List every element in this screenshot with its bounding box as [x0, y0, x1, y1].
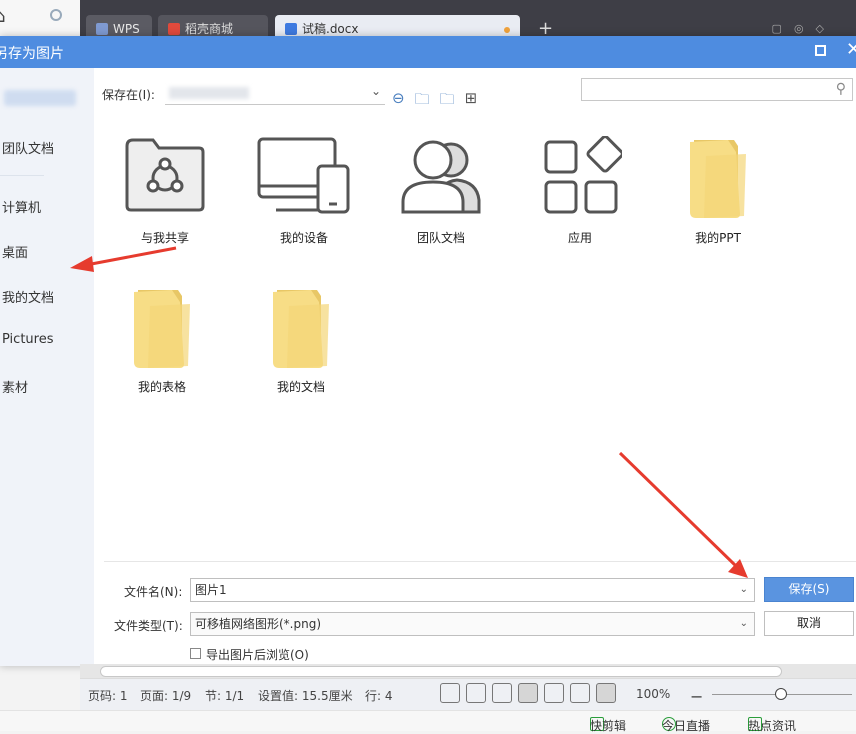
- outline-view-icon[interactable]: [544, 683, 564, 703]
- filename-label: 文件名(N):: [124, 585, 183, 599]
- grid-item-team-docs[interactable]: 团队文档: [381, 136, 501, 246]
- page-view-icon[interactable]: [518, 683, 538, 703]
- back-icon[interactable]: ⊖: [392, 89, 405, 114]
- location-sidebar: 团队文档 计算机 桌面 我的文档 Pictures 素材: [0, 68, 94, 666]
- zoom-slider-handle[interactable]: [775, 688, 787, 700]
- pen-icon[interactable]: [492, 683, 512, 703]
- status-line: 行: 4: [365, 689, 393, 703]
- filetype-value: 可移植网络图形(*.png): [195, 617, 322, 631]
- status-page-code: 页码: 1: [88, 689, 128, 703]
- sidebar-divider: [0, 175, 44, 176]
- zoom-level[interactable]: 100%: [636, 687, 670, 701]
- status-page[interactable]: 页面: 1/9: [140, 687, 191, 704]
- scrollbar-thumb[interactable]: [100, 666, 782, 677]
- browser-toolbar: ⌂: [0, 0, 80, 37]
- grid-item-my-ppt[interactable]: 我的PPT: [658, 136, 778, 246]
- filetype-select[interactable]: 可移植网络图形(*.png) ⌄: [190, 612, 755, 636]
- home-icon[interactable]: ⌂: [0, 6, 5, 27]
- filename-value: 图片1: [195, 583, 227, 597]
- view-mode-buttons: [440, 683, 616, 705]
- save-in-label: 保存在(I):: [102, 88, 155, 102]
- status-position: 设置值: 15.5厘米: [258, 689, 353, 703]
- sidebar-item-desktop[interactable]: 桌面: [2, 242, 28, 261]
- save-button[interactable]: 保存(S): [764, 577, 854, 602]
- eye-protection-icon[interactable]: [596, 683, 616, 703]
- grid-item-label: 我的PPT: [695, 231, 741, 245]
- filetype-label: 文件类型(T):: [114, 619, 183, 633]
- web-view-icon[interactable]: [570, 683, 590, 703]
- grid-item-label: 我的设备: [279, 231, 328, 245]
- account-avatar-blurred: [4, 90, 76, 106]
- grid-item-label: 团队文档: [416, 231, 465, 245]
- fullscreen-icon[interactable]: [440, 683, 460, 703]
- sidebar-item-computer[interactable]: 计算机: [2, 197, 41, 216]
- chevron-down-icon[interactable]: ⌄: [740, 579, 748, 601]
- bottom-taskbar: 快剪辑 今日直播 热点资讯: [0, 710, 856, 733]
- grid-item-shared-with-me[interactable]: 与我共享: [105, 136, 225, 246]
- grid-item-label: 我的文档: [276, 380, 325, 394]
- open-after-export-label[interactable]: 导出图片后浏览(O): [206, 646, 309, 663]
- flame-icon: [168, 23, 180, 35]
- chevron-down-icon: ⌄: [370, 84, 381, 98]
- shared-with-me-icon: [125, 138, 205, 212]
- cancel-button[interactable]: 取消: [764, 611, 854, 636]
- save-in-dropdown[interactable]: ⌄: [165, 82, 385, 105]
- search-icon: ⚲: [835, 81, 846, 97]
- grid-item-my-devices[interactable]: 我的设备: [244, 136, 364, 246]
- wps-logo-icon: [96, 23, 108, 35]
- sidebar-item-materials[interactable]: 素材: [2, 377, 28, 396]
- status-section: 节: 1/1: [205, 689, 245, 703]
- new-folder-icon[interactable]: 🗀: [440, 89, 455, 114]
- sidebar-item-team-docs[interactable]: 团队文档: [2, 138, 54, 157]
- navigation-toolbar: ⊖ 🗀 🗀 ⊞: [392, 89, 477, 114]
- grid-item-label: 与我共享: [140, 231, 189, 245]
- word-doc-icon: [285, 23, 297, 35]
- footer-divider: [104, 561, 856, 562]
- view-mode-icon[interactable]: ⊞: [465, 89, 478, 114]
- sidebar-item-pictures[interactable]: Pictures: [2, 332, 53, 347]
- read-mode-icon[interactable]: [466, 683, 486, 703]
- filename-input[interactable]: 图片1 ⌄: [190, 578, 755, 602]
- dialog-title: 另存为图片: [0, 46, 64, 62]
- open-after-export-checkbox[interactable]: [190, 648, 201, 659]
- maximize-icon[interactable]: [815, 45, 826, 56]
- folder-icon: [273, 290, 329, 368]
- save-as-image-dialog: 另存为图片 ✕ 团队文档 计算机 桌面 我的文档 Pictures 素材 保存在…: [0, 36, 856, 666]
- close-icon[interactable]: ✕: [846, 39, 856, 60]
- up-folder-icon[interactable]: 🗀: [415, 89, 430, 114]
- grid-item-my-spreadsheets[interactable]: 我的表格: [102, 286, 222, 396]
- grid-item-my-documents[interactable]: 我的文档: [241, 286, 361, 396]
- window-tools-icons[interactable]: ▢◎◇: [772, 22, 836, 35]
- grid-item-label: 我的表格: [137, 380, 186, 394]
- unsaved-indicator: [504, 27, 510, 33]
- sidebar-item-my-documents[interactable]: 我的文档: [2, 287, 54, 306]
- grid-item-label: 应用: [567, 231, 592, 245]
- chevron-down-icon: ⌄: [739, 618, 748, 629]
- status-bar: 页码: 1 页面: 1/9 节: 1/1 设置值: 15.5厘米 行: 4 10…: [80, 678, 856, 711]
- dialog-titlebar: 另存为图片 ✕: [0, 36, 856, 68]
- browser-status-icon: [50, 9, 62, 21]
- folder-icon: [134, 290, 190, 368]
- folder-icon: [690, 140, 746, 218]
- team-docs-icon: [401, 140, 481, 214]
- apps-icon: [544, 136, 622, 214]
- search-input[interactable]: ⚲: [581, 78, 853, 101]
- grid-item-apps[interactable]: 应用: [520, 136, 640, 246]
- horizontal-scrollbar[interactable]: [80, 664, 856, 678]
- current-path-blurred: [169, 87, 249, 99]
- my-devices-icon: [257, 137, 350, 214]
- zoom-out-icon[interactable]: −: [690, 687, 703, 706]
